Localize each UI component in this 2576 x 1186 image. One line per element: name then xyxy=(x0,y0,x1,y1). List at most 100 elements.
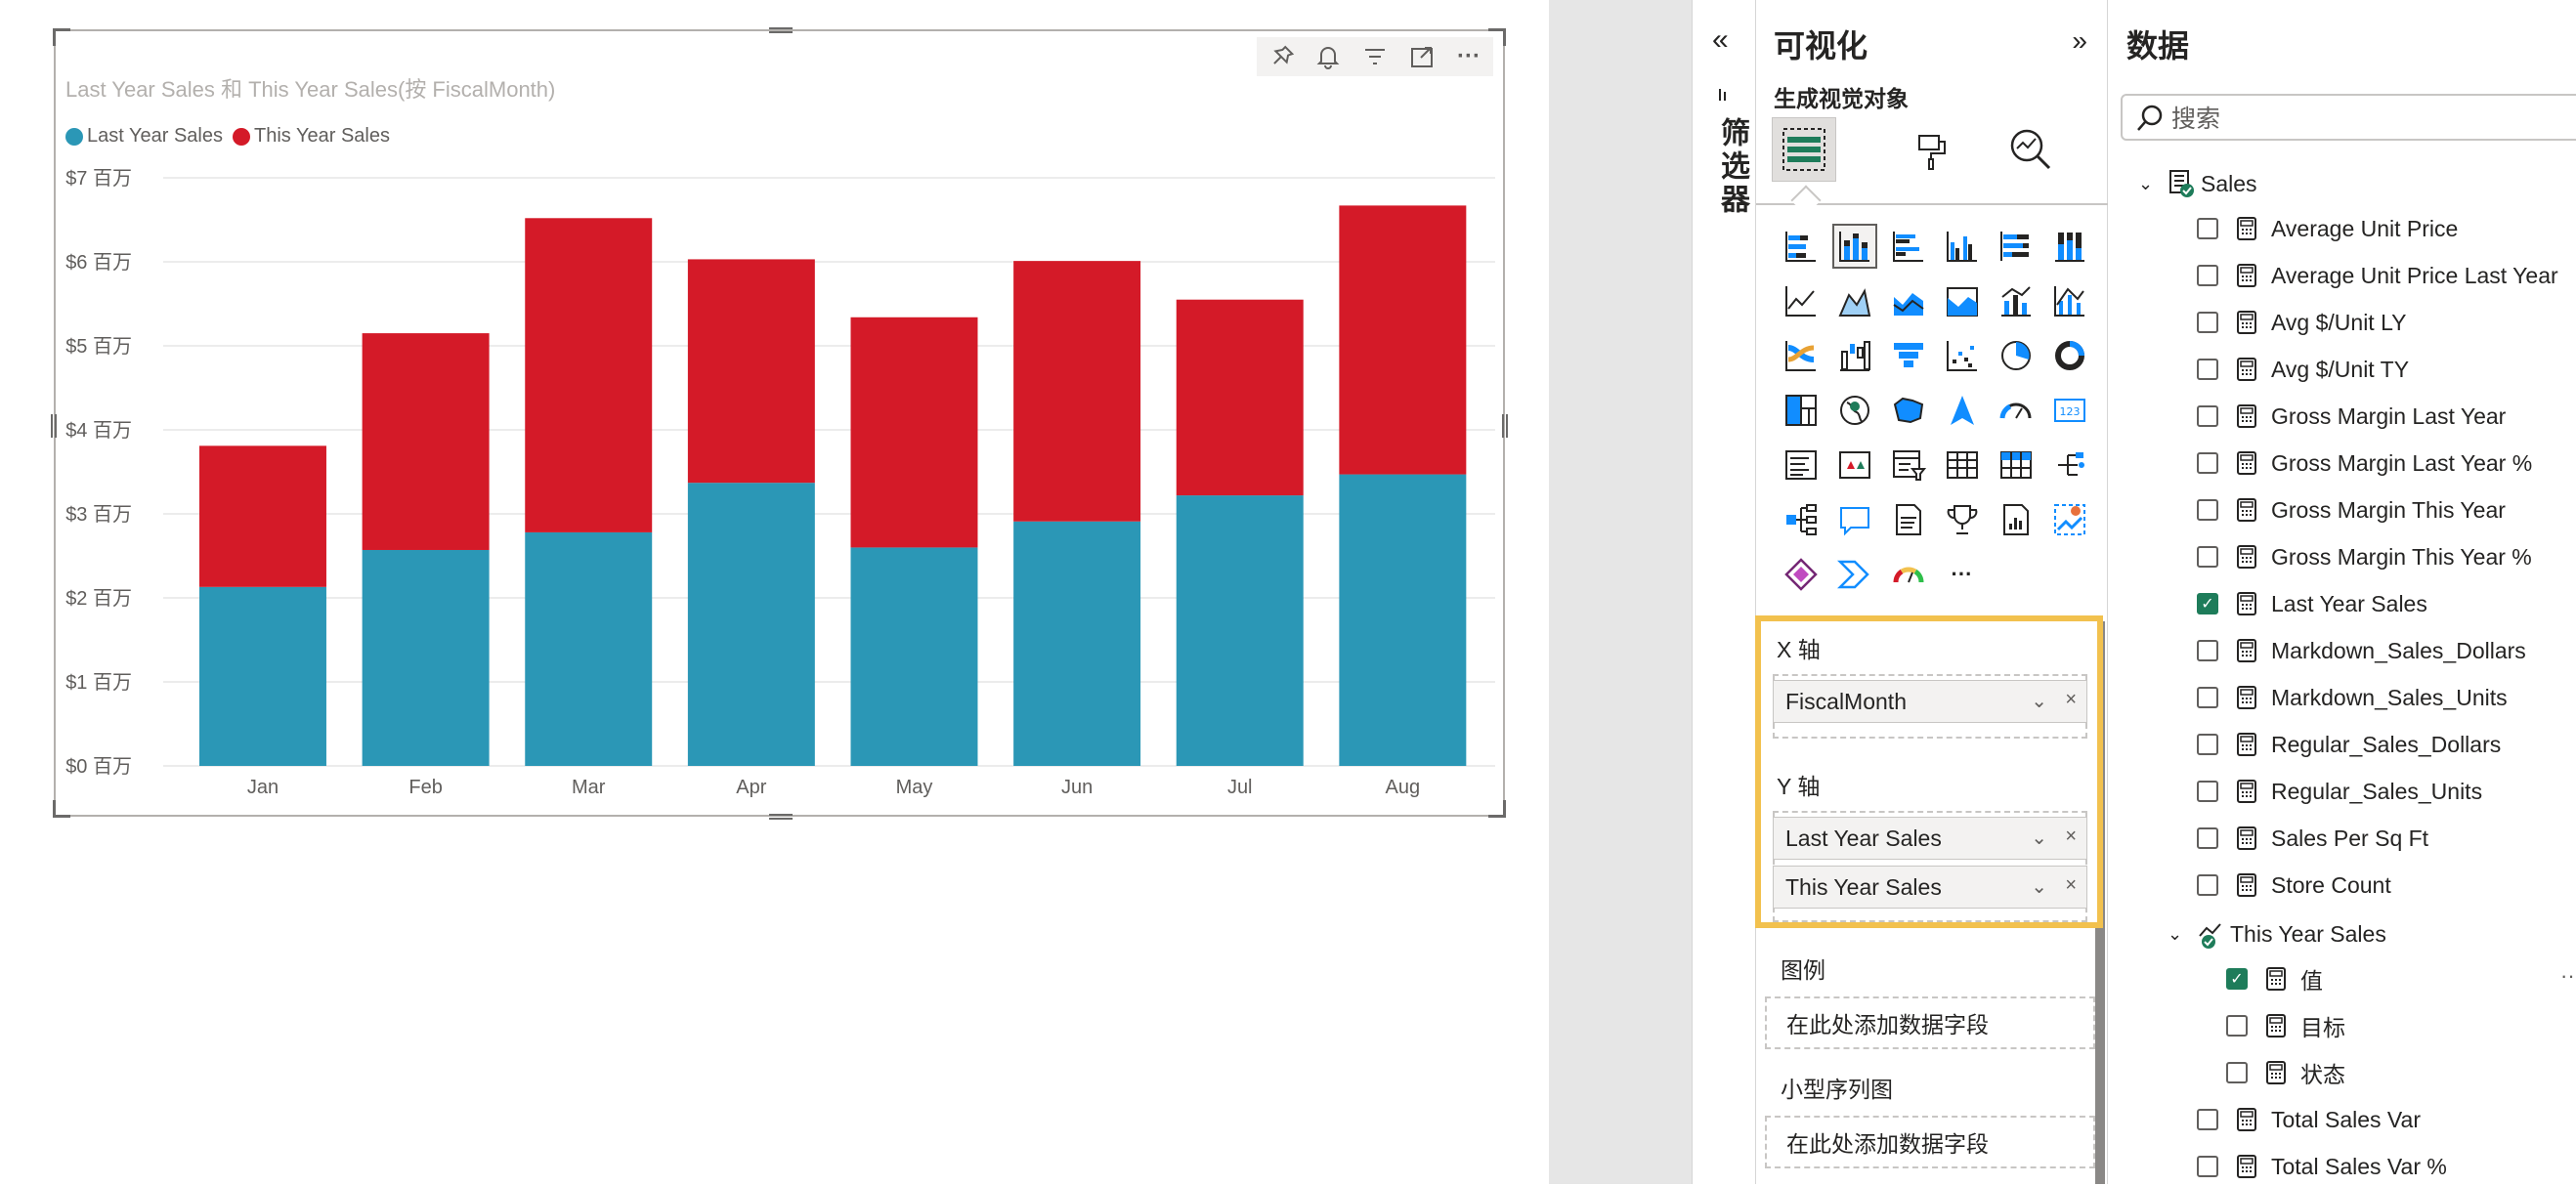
field-item[interactable]: ✓ Last Year Sales xyxy=(2197,584,2427,623)
kpi-node-this-year-sales[interactable]: ⌄ This Year Sales xyxy=(2168,914,2386,953)
y-axis-field-last-year-sales[interactable]: Last Year Sales ⌄ × xyxy=(1773,817,2087,860)
bar-last-year-sales-aug[interactable] xyxy=(1339,474,1467,766)
x-axis-field-fiscalmonth[interactable]: FiscalMonth ⌄ × xyxy=(1773,680,2087,723)
bar-this-year-sales-may[interactable] xyxy=(850,317,978,548)
100-percent-stacked-column-chart-icon[interactable] xyxy=(2042,219,2096,274)
bar-last-year-sales-mar[interactable] xyxy=(525,531,653,766)
line-chart-icon[interactable] xyxy=(1774,274,1827,328)
field-item[interactable]: Average Unit Price xyxy=(2197,209,2458,248)
matrix-icon[interactable] xyxy=(1989,438,2042,492)
field-checkbox[interactable] xyxy=(2197,781,2218,802)
field-checkbox[interactable] xyxy=(2197,546,2218,568)
funnel-chart-icon[interactable] xyxy=(1881,328,1935,383)
stacked-column-chart-icon[interactable] xyxy=(1827,219,1881,274)
field-checkbox[interactable] xyxy=(2197,874,2218,896)
bar-this-year-sales-mar[interactable] xyxy=(525,218,653,532)
more-visuals-icon[interactable]: ··· xyxy=(1935,547,1989,602)
stacked-bar-chart-icon[interactable] xyxy=(1774,219,1827,274)
field-checkbox[interactable] xyxy=(2197,1109,2218,1130)
multi-row-card-icon[interactable] xyxy=(1774,438,1827,492)
field-checkbox[interactable] xyxy=(2197,499,2218,521)
field-item[interactable]: Total Sales Var % xyxy=(2197,1147,2447,1186)
field-item[interactable]: 目标 xyxy=(2226,1006,2345,1045)
goals-trophy-icon[interactable] xyxy=(1935,492,1989,547)
more-options-icon[interactable]: ··· xyxy=(2560,963,2576,989)
key-influencers-icon[interactable] xyxy=(1774,492,1827,547)
donut-chart-icon[interactable] xyxy=(2042,328,2096,383)
bar-last-year-sales-feb[interactable] xyxy=(362,549,490,766)
field-checkbox[interactable] xyxy=(2226,1015,2248,1037)
field-checkbox[interactable] xyxy=(2197,405,2218,427)
legend-drop-zone[interactable]: 在此处添加数据字段 xyxy=(1765,996,2095,1049)
bar-this-year-sales-jun[interactable] xyxy=(1013,261,1141,522)
field-checkbox[interactable]: ✓ xyxy=(2226,968,2248,990)
format-visual-tab[interactable] xyxy=(1901,117,1965,182)
collapse-panes-icon[interactable]: « xyxy=(1712,23,1729,57)
y-axis-field-this-year-sales[interactable]: This Year Sales ⌄ × xyxy=(1773,866,2087,909)
filters-pane-label[interactable]: 筛选器 xyxy=(1710,117,1753,217)
field-item[interactable]: Store Count xyxy=(2197,866,2391,905)
power-apps-icon[interactable] xyxy=(1774,547,1827,602)
clustered-bar-chart-icon[interactable] xyxy=(1881,219,1935,274)
expand-icon[interactable]: » xyxy=(2072,25,2087,57)
field-checkbox[interactable]: ✓ xyxy=(2197,593,2218,614)
field-item[interactable]: Markdown_Sales_Units xyxy=(2197,678,2508,717)
field-checkbox[interactable] xyxy=(2197,687,2218,708)
100-percent-stacked-area-chart-icon[interactable] xyxy=(1935,274,1989,328)
filled-map-icon[interactable] xyxy=(1881,383,1935,438)
field-item[interactable]: Gross Margin This Year % xyxy=(2197,537,2532,576)
chevron-down-icon[interactable]: ⌄ xyxy=(2031,874,2047,899)
stacked-area-chart-icon[interactable] xyxy=(1881,274,1935,328)
field-item[interactable]: Average Unit Price Last Year xyxy=(2197,256,2558,295)
bar-last-year-sales-jul[interactable] xyxy=(1176,495,1304,766)
waterfall-chart-icon[interactable] xyxy=(1827,328,1881,383)
field-item[interactable]: Markdown_Sales_Dollars xyxy=(2197,631,2526,670)
field-checkbox[interactable] xyxy=(2197,359,2218,380)
field-item[interactable]: 状态 xyxy=(2226,1053,2345,1092)
field-checkbox[interactable] xyxy=(2197,827,2218,849)
field-item[interactable]: Gross Margin Last Year xyxy=(2197,397,2506,436)
kpi-icon[interactable] xyxy=(1827,438,1881,492)
bar-last-year-sales-jan[interactable] xyxy=(199,586,326,766)
search-input[interactable]: 搜索 xyxy=(2121,94,2576,141)
small-multiples-drop-zone[interactable]: 在此处添加数据字段 xyxy=(1765,1116,2095,1168)
smart-narrative-icon[interactable] xyxy=(1881,492,1935,547)
bar-this-year-sales-apr[interactable] xyxy=(687,259,815,484)
line-and-clustered-column-chart-icon[interactable] xyxy=(2042,274,2096,328)
bar-this-year-sales-aug[interactable] xyxy=(1339,205,1467,475)
field-checkbox[interactable] xyxy=(2197,640,2218,661)
table-icon[interactable] xyxy=(1935,438,1989,492)
custom-gauge-icon[interactable] xyxy=(1881,547,1935,602)
100-percent-stacked-bar-chart-icon[interactable] xyxy=(1989,219,2042,274)
field-item[interactable]: Sales Per Sq Ft xyxy=(2197,819,2428,858)
bar-this-year-sales-feb[interactable] xyxy=(362,333,490,550)
table-node-sales[interactable]: ⌄ Sales xyxy=(2138,164,2257,203)
gauge-icon[interactable] xyxy=(1989,383,2042,438)
field-item[interactable]: Regular_Sales_Units xyxy=(2197,772,2482,811)
build-visual-tab[interactable] xyxy=(1772,117,1836,182)
treemap-icon[interactable] xyxy=(1774,383,1827,438)
line-and-stacked-column-chart-icon[interactable] xyxy=(1989,274,2042,328)
azure-map-icon[interactable] xyxy=(1935,383,1989,438)
field-item[interactable]: Total Sales Var xyxy=(2197,1100,2421,1139)
power-automate-flow-icon[interactable] xyxy=(1827,547,1881,602)
field-item[interactable]: ✓ 值 xyxy=(2226,959,2323,998)
chevron-down-icon[interactable]: ⌄ xyxy=(2031,689,2047,713)
qna-icon[interactable] xyxy=(1827,492,1881,547)
filters-pane-collapsed[interactable]: « 筛选器 xyxy=(1692,0,1756,1184)
chevron-down-icon[interactable]: ⌄ xyxy=(2138,174,2156,194)
card-icon[interactable]: 123 xyxy=(2042,383,2096,438)
bar-last-year-sales-apr[interactable] xyxy=(687,483,815,766)
field-checkbox[interactable] xyxy=(2226,1062,2248,1083)
remove-field-icon[interactable]: × xyxy=(2065,689,2077,711)
bar-last-year-sales-jun[interactable] xyxy=(1013,521,1141,766)
field-item[interactable]: Gross Margin This Year xyxy=(2197,490,2506,529)
slicer-icon[interactable] xyxy=(1881,438,1935,492)
field-checkbox[interactable] xyxy=(2197,218,2218,239)
area-chart-icon[interactable] xyxy=(1827,274,1881,328)
chevron-down-icon[interactable]: ⌄ xyxy=(2031,826,2047,850)
ribbon-chart-icon[interactable] xyxy=(1774,328,1827,383)
decomposition-tree-icon[interactable] xyxy=(2042,438,2096,492)
bar-this-year-sales-jul[interactable] xyxy=(1176,299,1304,496)
field-checkbox[interactable] xyxy=(2197,734,2218,755)
